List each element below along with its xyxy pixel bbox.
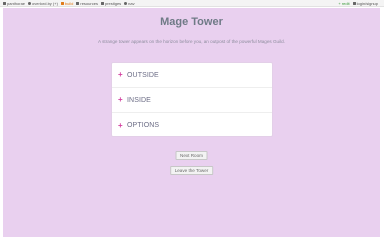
plus-icon: +: [118, 120, 123, 130]
star-icon: [100, 1, 104, 5]
login-icon: [352, 1, 356, 5]
page-subtitle: A strange tower appears on the horizon b…: [98, 39, 285, 44]
nav-item-label: + redit: [338, 0, 350, 6]
nav-item-label: overlord.by (+): [32, 0, 58, 6]
game-stage: Mage Tower A strange tower appears on th…: [3, 8, 380, 237]
nav-item-panthorae[interactable]: panthorae: [3, 1, 25, 6]
plus-icon: +: [118, 70, 123, 79]
nav-item-label: panthorae: [7, 0, 26, 6]
top-nav-right: + redit login/signup: [338, 1, 381, 6]
leave-tower-button[interactable]: Leave the Tower: [169, 166, 214, 175]
nav-item-label: login/signup: [356, 0, 378, 6]
nav-item-login[interactable]: login/signup: [352, 0, 378, 6]
build-icon: [60, 1, 64, 5]
next-room-button[interactable]: Next Room: [175, 151, 208, 160]
nav-item-prestiges[interactable]: prestiges: [100, 0, 122, 6]
box-icon: [76, 1, 80, 5]
nav-item-overlord[interactable]: overlord.by (+): [28, 1, 58, 6]
page-title: Mage Tower: [160, 16, 223, 28]
accordion-item-outside[interactable]: + OUTSIDE: [112, 63, 272, 88]
nav-item-label: nav: [128, 0, 135, 6]
top-nav-left: panthorae overlord.by (+) build resource…: [3, 1, 138, 6]
accordion-label: OPTIONS: [127, 122, 160, 129]
accordion-label: OUTSIDE: [127, 71, 159, 79]
nav-item-nav[interactable]: nav: [124, 0, 135, 6]
accordion-item-inside[interactable]: + INSIDE: [112, 88, 272, 113]
accordion-label: INSIDE: [127, 96, 151, 104]
nav-item-resources[interactable]: resources: [76, 1, 98, 6]
top-navigation-bar: panthorae overlord.by (+) build resource…: [0, 0, 384, 7]
accordion-item-options[interactable]: + OPTIONS: [112, 113, 272, 138]
compass-icon: [124, 1, 128, 5]
home-icon: [3, 1, 6, 5]
user-icon: [28, 1, 32, 5]
nav-item-label: build: [64, 0, 74, 6]
nav-item-label: resources: [80, 0, 98, 6]
accordion-panel: + OUTSIDE + INSIDE + OPTIONS: [111, 62, 273, 137]
nav-item-redit[interactable]: + redit: [338, 1, 349, 6]
nav-item-label: prestiges: [104, 0, 122, 6]
nav-item-build[interactable]: build: [60, 0, 74, 6]
plus-icon: +: [118, 95, 123, 104]
